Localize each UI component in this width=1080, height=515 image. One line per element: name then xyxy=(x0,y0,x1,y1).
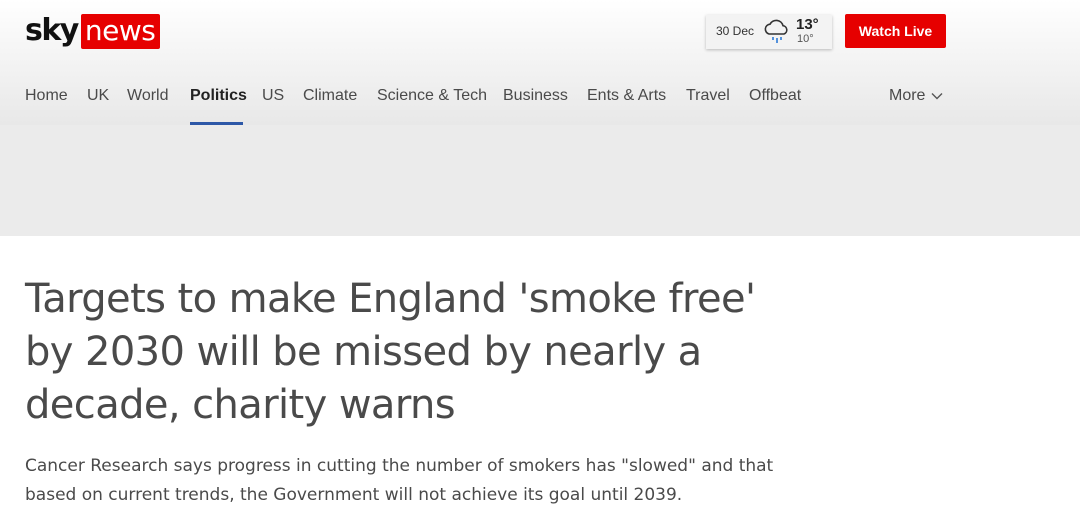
weather-widget[interactable]: 30 Dec 13° 10° xyxy=(706,15,832,49)
nav-item-ents-arts[interactable]: Ents & Arts xyxy=(587,87,666,125)
nav-more-label: More xyxy=(889,87,926,104)
sky-news-logo[interactable]: sky news xyxy=(25,13,161,49)
watch-live-button[interactable]: Watch Live xyxy=(845,14,946,48)
nav-item-science-tech[interactable]: Science & Tech xyxy=(377,87,487,125)
rain-cloud-icon xyxy=(764,19,788,43)
site-header: sky news 30 Dec 13° 10° Watch Live Home … xyxy=(0,0,1080,125)
nav-item-politics[interactable]: Politics xyxy=(190,87,247,125)
nav-item-us[interactable]: US xyxy=(262,87,284,125)
nav-item-home[interactable]: Home xyxy=(25,87,68,125)
nav-item-politics-label: Politics xyxy=(190,87,247,104)
main-nav: Home UK World Politics US Climate Scienc… xyxy=(0,84,1080,125)
article-standfirst: Cancer Research says progress in cutting… xyxy=(25,456,774,505)
logo-news-badge: news xyxy=(80,13,161,49)
nav-item-world[interactable]: World xyxy=(127,87,169,125)
advert-placeholder xyxy=(0,125,1080,236)
nav-more-button[interactable]: More xyxy=(889,87,943,105)
weather-date: 30 Dec xyxy=(716,24,755,38)
chevron-down-icon xyxy=(931,93,943,100)
nav-item-travel[interactable]: Travel xyxy=(686,87,730,125)
logo-sky-text: sky xyxy=(25,13,79,48)
nav-item-offbeat[interactable]: Offbeat xyxy=(749,87,801,125)
weather-high-temp: 13° xyxy=(796,16,819,33)
nav-item-uk[interactable]: UK xyxy=(87,87,109,125)
weather-low-temp: 10° xyxy=(797,33,814,45)
nav-item-climate[interactable]: Climate xyxy=(303,87,357,125)
article-headline: Targets to make England 'smoke free' by … xyxy=(25,276,756,428)
nav-item-business[interactable]: Business xyxy=(503,87,568,125)
